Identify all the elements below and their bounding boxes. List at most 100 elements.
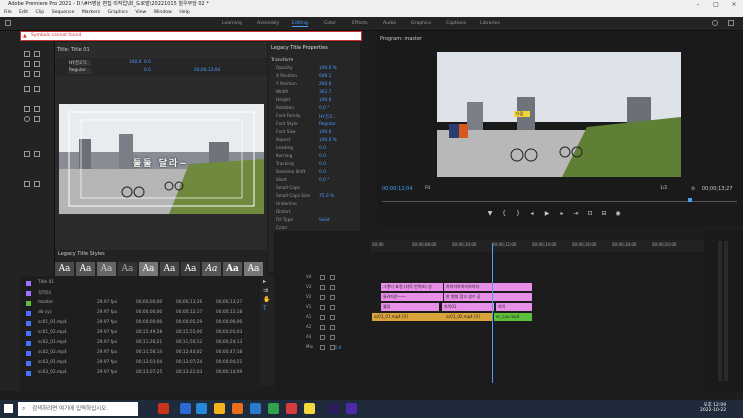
property-row[interactable]: Height 100.0: [276, 98, 358, 105]
toggle-track-output-icon[interactable]: [320, 295, 325, 300]
menu-clip[interactable]: Clip: [36, 10, 45, 15]
track-header[interactable]: Mix: [280, 344, 368, 352]
lock-icon[interactable]: [330, 315, 335, 320]
lock-icon[interactable]: [330, 275, 335, 280]
toggle-track-output-icon[interactable]: [320, 285, 325, 290]
lock-icon[interactable]: [330, 335, 335, 340]
title-canvas[interactable]: 둘둘 달라~: [59, 104, 264, 214]
workspace-assembly[interactable]: Assembly: [257, 21, 279, 26]
workspace-captions[interactable]: Captions: [446, 21, 466, 26]
property-row[interactable]: Tracking 0.0: [276, 162, 358, 169]
canvas-caption-text[interactable]: 둘둘 달라~: [133, 156, 189, 169]
program-video[interactable]: 다움: [437, 52, 681, 177]
property-value[interactable]: 100.0: [319, 130, 331, 135]
timeline-clip[interactable]: sc01_01.mp4 [V]: [372, 313, 444, 321]
vertical-type-tool-icon[interactable]: [34, 61, 40, 67]
rectangle-tool-icon[interactable]: [24, 106, 30, 112]
property-row[interactable]: Small Caps Size 75.0 %: [276, 194, 358, 201]
style-swatch[interactable]: Aa: [76, 262, 95, 276]
program-timecode[interactable]: 00;00;12;04: [382, 186, 413, 192]
property-row[interactable]: Fill Type Solid: [276, 218, 358, 225]
property-value[interactable]: 0.0 °: [319, 178, 329, 183]
style-swatch[interactable]: Aa: [223, 262, 242, 276]
project-item[interactable]: sc02_02.mp4 29.97 fps 00;11;56;14 00;12;44;…: [22, 350, 258, 358]
share-icon[interactable]: [728, 20, 734, 26]
font-size-value[interactable]: 100.0: [129, 60, 141, 65]
zoom-fit-select[interactable]: Fit: [425, 186, 430, 191]
file-explorer-icon[interactable]: [214, 403, 225, 414]
style-swatch[interactable]: Aa: [244, 262, 263, 276]
timeline-clip[interactable]: 자막: [496, 303, 532, 311]
property-value[interactable]: 100.0: [319, 98, 331, 103]
property-value[interactable]: 649.1: [319, 74, 331, 79]
toggle-track-output-icon[interactable]: [320, 275, 325, 280]
type-tool-icon[interactable]: [24, 61, 30, 67]
vscode-icon[interactable]: [250, 403, 261, 414]
track-header[interactable]: A3: [280, 334, 368, 342]
workspace-effects[interactable]: Effects: [352, 21, 368, 26]
workspace-color[interactable]: Color: [324, 21, 336, 26]
type-tool-icon[interactable]: T: [263, 305, 267, 312]
timeline-clip[interactable]: 월일: [381, 303, 439, 311]
workspace-learning[interactable]: Learning: [222, 21, 242, 26]
distribute-vertical-icon[interactable]: [34, 181, 40, 187]
kakaotalk-icon[interactable]: [304, 403, 315, 414]
timeline-clip[interactable]: 자막01: [442, 303, 494, 311]
timeline-ruler[interactable]: 00;00 00;00;08;00 00;00;10;00 00;00;12;00 00…: [370, 240, 704, 252]
timeline-clip[interactable]: 둘려자전——: [381, 293, 443, 301]
property-row[interactable]: Width 362.7: [276, 90, 358, 97]
style-swatch[interactable]: Aa: [55, 262, 74, 276]
lock-icon[interactable]: [330, 285, 335, 290]
property-row[interactable]: Underline: [276, 202, 358, 209]
settings-wrench-icon[interactable]: ⚙: [691, 186, 695, 192]
menu-view[interactable]: View: [135, 10, 146, 15]
workspace-audio[interactable]: Audio: [383, 21, 396, 26]
menu-file[interactable]: File: [4, 10, 12, 15]
leading-value[interactable]: 0.0: [144, 68, 151, 73]
app-icon[interactable]: [286, 403, 297, 414]
workspace-editing[interactable]: Editing: [292, 21, 308, 27]
kerning-value[interactable]: 0.0: [144, 60, 151, 65]
property-value[interactable]: 100.0 %: [319, 138, 337, 143]
premiere-helper-icon[interactable]: [346, 403, 357, 414]
rotation-tool-icon[interactable]: [34, 51, 40, 57]
property-row[interactable]: X Position 649.1: [276, 74, 358, 81]
style-swatch[interactable]: Aa: [202, 262, 221, 276]
section-transform[interactable]: Transform: [271, 58, 293, 63]
property-row[interactable]: Aspect 100.0 %: [276, 138, 358, 145]
line-tool-icon[interactable]: [34, 116, 40, 122]
path-type-tool-icon[interactable]: [34, 71, 40, 77]
windows-start-icon[interactable]: [4, 404, 13, 413]
font-family-select[interactable]: HY견고딕: [69, 60, 91, 66]
style-swatch[interactable]: Aa: [97, 262, 116, 276]
ellipse-tool-icon[interactable]: [24, 116, 30, 122]
property-row[interactable]: Opacity 100.0 %: [276, 66, 358, 73]
property-row[interactable]: Small Caps: [276, 186, 358, 193]
lock-icon[interactable]: [330, 325, 335, 330]
mark-out-icon[interactable]: {: [500, 210, 508, 218]
track-select-icon[interactable]: ⇉: [263, 287, 268, 294]
pen-tool-icon[interactable]: [24, 86, 30, 92]
timeline-playhead[interactable]: [492, 243, 493, 383]
close-icon[interactable]: ×: [725, 0, 743, 9]
area-type-tool-icon[interactable]: [24, 71, 30, 77]
lock-icon[interactable]: [330, 295, 335, 300]
task-view-icon[interactable]: [180, 403, 191, 414]
firefox-icon[interactable]: [232, 403, 243, 414]
selection-tool-icon[interactable]: [24, 51, 30, 57]
program-scrubber[interactable]: [382, 198, 737, 202]
property-row[interactable]: Y Position 260.0: [276, 82, 358, 89]
project-item[interactable]: 자막01: [22, 290, 258, 298]
timeline-clip[interactable]: sc01_02.mp4 [V]: [444, 313, 492, 321]
timeline-clip[interactable]: 그렇다 표정 (자막 번역조) 성: [381, 283, 443, 291]
step-back-icon[interactable]: ◂: [528, 210, 536, 218]
home-icon[interactable]: [5, 20, 11, 26]
premiere-pro-icon[interactable]: [328, 403, 339, 414]
track-header[interactable]: V1: [280, 304, 368, 312]
taskbar-search-input[interactable]: 검색하려면 여기에 입력하십시오.: [18, 402, 138, 416]
project-item[interactable]: sc02_01.mp4 29.97 fps 00;11;26;21 00;11;50;…: [22, 340, 258, 348]
add-anchor-tool-icon[interactable]: [34, 86, 40, 92]
toggle-track-output-icon[interactable]: [320, 315, 325, 320]
export-frame-icon[interactable]: ◉: [614, 210, 622, 218]
track-header[interactable]: V3: [280, 284, 368, 292]
